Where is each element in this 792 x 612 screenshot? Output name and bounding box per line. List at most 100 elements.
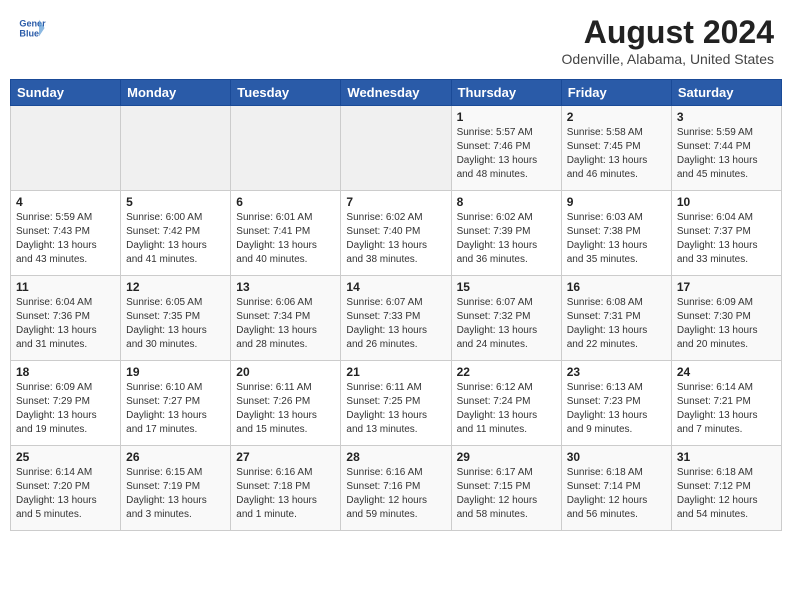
logo-icon: General Blue (18, 14, 46, 42)
calendar-cell: 8Sunrise: 6:02 AMSunset: 7:39 PMDaylight… (451, 191, 561, 276)
day-info: Sunrise: 6:06 AMSunset: 7:34 PMDaylight:… (236, 296, 335, 352)
calendar-cell: 17Sunrise: 6:09 AMSunset: 7:30 PMDayligh… (671, 276, 781, 361)
day-info: Sunrise: 6:16 AMSunset: 7:18 PMDaylight:… (236, 466, 335, 522)
page-header: General Blue August 2024 Odenville, Alab… (10, 10, 782, 71)
day-number: 8 (457, 195, 556, 209)
calendar-cell: 14 Sunrise: 6:07 AMSunset: 7:33 PMDayligh… (341, 276, 451, 361)
calendar-cell: 25 Sunrise: 6:14 AMSunset: 7:20 PMDayligh… (11, 446, 121, 531)
day-number: 30 (567, 450, 666, 464)
calendar-cell: 31Sunrise: 6:18 AMSunset: 7:12 PMDayligh… (671, 446, 781, 531)
day-number: 22 (457, 365, 556, 379)
day-info: Sunrise: 6:04 AMSunset: 7:36 PMDaylight:… (16, 296, 115, 352)
day-number: 5 (126, 195, 225, 209)
day-number: 4 (16, 195, 115, 209)
day-number: 14 (346, 280, 445, 294)
day-number: 18 (16, 365, 115, 379)
calendar-cell (121, 106, 231, 191)
day-info: Sunrise: 6:14 AMSunset: 7:21 PMDaylight:… (677, 381, 776, 437)
calendar-cell: 15Sunrise: 6:07 AMSunset: 7:32 PMDayligh… (451, 276, 561, 361)
header-friday: Friday (561, 80, 671, 106)
calendar-cell: 24 Sunrise: 6:14 AMSunset: 7:21 PMDayligh… (671, 361, 781, 446)
day-number: 19 (126, 365, 225, 379)
week-row-4: 18 Sunrise: 6:09 AMSunset: 7:29 PMDayligh… (11, 361, 782, 446)
calendar-cell: 4 Sunrise: 5:59 AMSunset: 7:43 PMDaylight… (11, 191, 121, 276)
calendar-cell: 30 Sunrise: 6:18 AMSunset: 7:14 PMDayligh… (561, 446, 671, 531)
day-info: Sunrise: 5:57 AMSunset: 7:46 PMDaylight:… (457, 126, 556, 182)
calendar-cell (11, 106, 121, 191)
day-info: Sunrise: 6:10 AMSunset: 7:27 PMDaylight:… (126, 381, 225, 437)
calendar-cell: 7 Sunrise: 6:02 AMSunset: 7:40 PMDaylight… (341, 191, 451, 276)
calendar-cell: 12 Sunrise: 6:05 AMSunset: 7:35 PMDayligh… (121, 276, 231, 361)
day-info: Sunrise: 5:59 AMSunset: 7:44 PMDaylight:… (677, 126, 776, 182)
day-number: 17 (677, 280, 776, 294)
calendar-cell: 18 Sunrise: 6:09 AMSunset: 7:29 PMDayligh… (11, 361, 121, 446)
day-number: 11 (16, 280, 115, 294)
day-number: 6 (236, 195, 335, 209)
header-thursday: Thursday (451, 80, 561, 106)
day-info: Sunrise: 6:08 AMSunset: 7:31 PMDaylight:… (567, 296, 666, 352)
day-info: Sunrise: 6:12 AMSunset: 7:24 PMDaylight:… (457, 381, 556, 437)
calendar-cell: 9 Sunrise: 6:03 AMSunset: 7:38 PMDaylight… (561, 191, 671, 276)
week-row-2: 4 Sunrise: 5:59 AMSunset: 7:43 PMDaylight… (11, 191, 782, 276)
day-number: 3 (677, 110, 776, 124)
calendar-cell: 1 Sunrise: 5:57 AMSunset: 7:46 PMDaylight… (451, 106, 561, 191)
day-number: 15 (457, 280, 556, 294)
day-info: Sunrise: 6:02 AMSunset: 7:40 PMDaylight:… (346, 211, 445, 267)
header-saturday: Saturday (671, 80, 781, 106)
header-sunday: Sunday (11, 80, 121, 106)
day-number: 1 (457, 110, 556, 124)
calendar-cell: 5Sunrise: 6:00 AMSunset: 7:42 PMDaylight… (121, 191, 231, 276)
calendar-cell: 13Sunrise: 6:06 AMSunset: 7:34 PMDayligh… (231, 276, 341, 361)
day-number: 9 (567, 195, 666, 209)
calendar-cell: 6Sunrise: 6:01 AMSunset: 7:41 PMDaylight… (231, 191, 341, 276)
day-info: Sunrise: 6:03 AMSunset: 7:38 PMDaylight:… (567, 211, 666, 267)
calendar-cell: 19 Sunrise: 6:10 AMSunset: 7:27 PMDayligh… (121, 361, 231, 446)
week-row-5: 25 Sunrise: 6:14 AMSunset: 7:20 PMDayligh… (11, 446, 782, 531)
calendar-table: SundayMondayTuesdayWednesdayThursdayFrid… (10, 79, 782, 531)
day-info: Sunrise: 6:14 AMSunset: 7:20 PMDaylight:… (16, 466, 115, 522)
day-number: 12 (126, 280, 225, 294)
calendar-cell (231, 106, 341, 191)
day-info: Sunrise: 6:05 AMSunset: 7:35 PMDaylight:… (126, 296, 225, 352)
main-title: August 2024 (562, 14, 774, 51)
day-info: Sunrise: 6:17 AMSunset: 7:15 PMDaylight:… (457, 466, 556, 522)
day-number: 10 (677, 195, 776, 209)
header-tuesday: Tuesday (231, 80, 341, 106)
day-info: Sunrise: 6:04 AMSunset: 7:37 PMDaylight:… (677, 211, 776, 267)
svg-text:Blue: Blue (19, 28, 39, 38)
day-number: 29 (457, 450, 556, 464)
day-info: Sunrise: 6:07 AMSunset: 7:33 PMDaylight:… (346, 296, 445, 352)
day-number: 26 (126, 450, 225, 464)
day-info: Sunrise: 6:13 AMSunset: 7:23 PMDaylight:… (567, 381, 666, 437)
day-info: Sunrise: 6:11 AMSunset: 7:26 PMDaylight:… (236, 381, 335, 437)
calendar-cell: 22 Sunrise: 6:12 AMSunset: 7:24 PMDayligh… (451, 361, 561, 446)
calendar-cell: 26 Sunrise: 6:15 AMSunset: 7:19 PMDayligh… (121, 446, 231, 531)
calendar-cell: 29 Sunrise: 6:17 AMSunset: 7:15 PMDayligh… (451, 446, 561, 531)
day-info: Sunrise: 6:18 AMSunset: 7:14 PMDaylight:… (567, 466, 666, 522)
header-wednesday: Wednesday (341, 80, 451, 106)
calendar-cell: 2Sunrise: 5:58 AMSunset: 7:45 PMDaylight… (561, 106, 671, 191)
day-number: 23 (567, 365, 666, 379)
calendar-cell: 10 Sunrise: 6:04 AMSunset: 7:37 PMDayligh… (671, 191, 781, 276)
day-number: 7 (346, 195, 445, 209)
header-monday: Monday (121, 80, 231, 106)
calendar-cell: 20Sunrise: 6:11 AMSunset: 7:26 PMDayligh… (231, 361, 341, 446)
day-info: Sunrise: 6:15 AMSunset: 7:19 PMDaylight:… (126, 466, 225, 522)
calendar-cell: 3 Sunrise: 5:59 AMSunset: 7:44 PMDaylight… (671, 106, 781, 191)
day-number: 21 (346, 365, 445, 379)
day-number: 27 (236, 450, 335, 464)
day-info: Sunrise: 6:16 AMSunset: 7:16 PMDaylight:… (346, 466, 445, 522)
day-number: 24 (677, 365, 776, 379)
day-info: Sunrise: 6:18 AMSunset: 7:12 PMDaylight:… (677, 466, 776, 522)
logo: General Blue (18, 14, 50, 42)
day-info: Sunrise: 6:09 AMSunset: 7:29 PMDaylight:… (16, 381, 115, 437)
day-number: 2 (567, 110, 666, 124)
calendar-cell: 28 Sunrise: 6:16 AMSunset: 7:16 PMDayligh… (341, 446, 451, 531)
calendar-cell: 11 Sunrise: 6:04 AMSunset: 7:36 PMDayligh… (11, 276, 121, 361)
day-number: 28 (346, 450, 445, 464)
day-number: 25 (16, 450, 115, 464)
day-info: Sunrise: 5:59 AMSunset: 7:43 PMDaylight:… (16, 211, 115, 267)
week-row-3: 11 Sunrise: 6:04 AMSunset: 7:36 PMDayligh… (11, 276, 782, 361)
calendar-cell: 21Sunrise: 6:11 AMSunset: 7:25 PMDayligh… (341, 361, 451, 446)
calendar-cell: 23 Sunrise: 6:13 AMSunset: 7:23 PMDayligh… (561, 361, 671, 446)
